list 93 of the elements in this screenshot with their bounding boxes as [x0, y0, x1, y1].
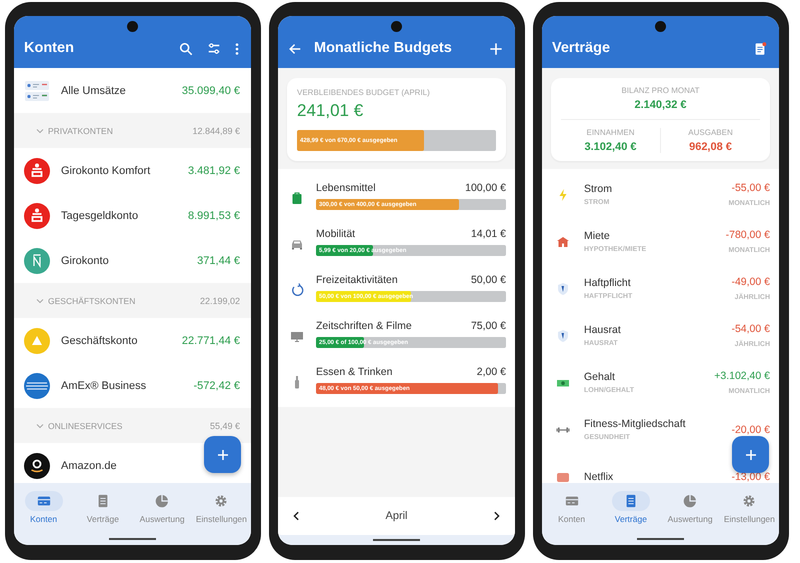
document-icon	[624, 494, 638, 508]
monitor-icon	[290, 329, 304, 343]
account-balance: 371,44 €	[197, 254, 240, 266]
plus-icon	[744, 448, 756, 460]
card-icon	[564, 494, 579, 508]
screen-title: Monatliche Budgets	[314, 40, 452, 56]
contract-name: Gehalt	[584, 371, 616, 383]
budget-name: Freizeitaktivitäten	[316, 274, 398, 286]
group-total: 55,49 €	[210, 420, 240, 430]
month-label: April	[385, 510, 408, 522]
budget-name: Zeitschriften & Filme	[316, 320, 412, 332]
filter-icon[interactable]	[207, 42, 221, 56]
account-name: Girokonto Komfort	[61, 164, 150, 176]
account-balance: 3.481,92 €	[188, 164, 240, 176]
contract-name: Miete	[584, 230, 611, 242]
house-icon	[556, 234, 570, 248]
nav-tab[interactable]: Verträge	[601, 491, 660, 524]
contract-amount: -49,00 €	[731, 276, 770, 288]
contract-name: Haftpflicht	[584, 277, 632, 289]
contract-amount: -780,00 €	[726, 229, 770, 241]
account-name: Geschäftskonto	[61, 334, 138, 346]
budget-name: Mobilität	[316, 228, 356, 240]
summary-label: BILANZ PRO MONAT	[621, 86, 700, 95]
card-icon	[36, 494, 51, 508]
shield-icon	[556, 328, 570, 342]
budget-remaining: 50,00 €	[470, 274, 506, 286]
monthly-balance: 2.140,32 €	[634, 99, 686, 111]
group-label: PRIVATKONTEN	[48, 126, 113, 136]
budget-remaining: 75,00 €	[470, 320, 506, 332]
income-label: EINNAHMEN	[586, 128, 634, 137]
nav-tab[interactable]: Konten	[14, 491, 74, 524]
contract-name: Strom	[584, 183, 612, 195]
bag-icon	[290, 191, 304, 205]
account-name: Tagesgeldkonto	[61, 210, 138, 222]
pie-chart-icon	[683, 494, 698, 508]
expenses-label: AUSGABEN	[688, 128, 733, 137]
account-name: Alle Umsätze	[61, 84, 126, 96]
budget-remaining: 2,00 €	[476, 366, 506, 378]
camera-icon	[655, 21, 666, 32]
remaining-budget: 241,01 €	[297, 101, 364, 121]
bank-logo-icon	[24, 202, 50, 228]
more-icon[interactable]	[235, 42, 239, 56]
plus-icon	[216, 448, 228, 460]
budget-remaining: 100,00 €	[465, 182, 506, 194]
account-balance: 8.991,53 €	[188, 210, 240, 222]
screen-title: Konten	[24, 40, 74, 56]
account-name: Amazon.de	[61, 460, 117, 472]
add-button[interactable]	[204, 436, 241, 473]
card-logo-icon	[24, 372, 50, 398]
group-label: ONLINESERVICES	[48, 420, 122, 430]
group-total: 12.844,89 €	[192, 126, 240, 136]
add-button[interactable]	[732, 436, 769, 473]
shop-logo-icon	[24, 452, 50, 478]
contract-row[interactable]: Netflix -13,00 €	[542, 453, 779, 483]
previous-icon[interactable]	[293, 511, 300, 521]
refresh-icon	[290, 283, 304, 297]
contract-amount: -54,00 €	[731, 323, 770, 335]
plus-icon[interactable]	[489, 42, 503, 56]
screen-title: Verträge	[552, 40, 610, 56]
document-icon[interactable]	[753, 42, 767, 56]
bank-logo-icon	[24, 158, 50, 184]
camera-icon	[127, 21, 138, 32]
settings-icon	[214, 494, 228, 508]
group-total: 22.199,02	[200, 296, 240, 306]
account-name: Girokonto	[61, 254, 109, 266]
bank-logo-icon	[24, 248, 50, 274]
group-label: GESCHÄFTSKONTEN	[48, 296, 136, 306]
pie-chart-icon	[155, 494, 170, 508]
contract-amount: -55,00 €	[731, 182, 770, 194]
income-total: 3.102,40 €	[584, 141, 636, 153]
account-name: AmEx® Business	[61, 380, 146, 392]
settings-icon	[742, 494, 756, 508]
account-balance: 35.099,40 €	[182, 84, 240, 96]
contract-amount: -13,00 €	[731, 470, 770, 482]
document-icon	[96, 494, 110, 508]
expenses-total: 962,08 €	[689, 141, 732, 153]
account-balance: 22.771,44 €	[182, 334, 240, 346]
budget-remaining: 14,01 €	[470, 228, 506, 240]
next-icon[interactable]	[492, 511, 500, 521]
contract-amount: +3.102,40 €	[714, 370, 770, 382]
budget-name: Essen & Trinken	[316, 366, 392, 378]
shield-icon	[556, 282, 570, 296]
camera-icon	[391, 21, 402, 32]
contract-name: Hausrat	[584, 324, 621, 336]
triangle-logo-icon	[24, 328, 50, 354]
contract-name: Netflix	[584, 470, 614, 482]
back-arrow-icon[interactable]	[288, 42, 302, 56]
account-balance: -572,42 €	[194, 380, 240, 392]
search-icon[interactable]	[179, 42, 193, 56]
contract-amount: -20,00 €	[731, 424, 770, 436]
contract-name: Fitness-Mitgliedschaft	[584, 418, 686, 430]
budget-name: Lebensmittel	[316, 182, 376, 194]
summary-label: VERBLEIBENDES BUDGET (APRIL)	[297, 88, 431, 97]
